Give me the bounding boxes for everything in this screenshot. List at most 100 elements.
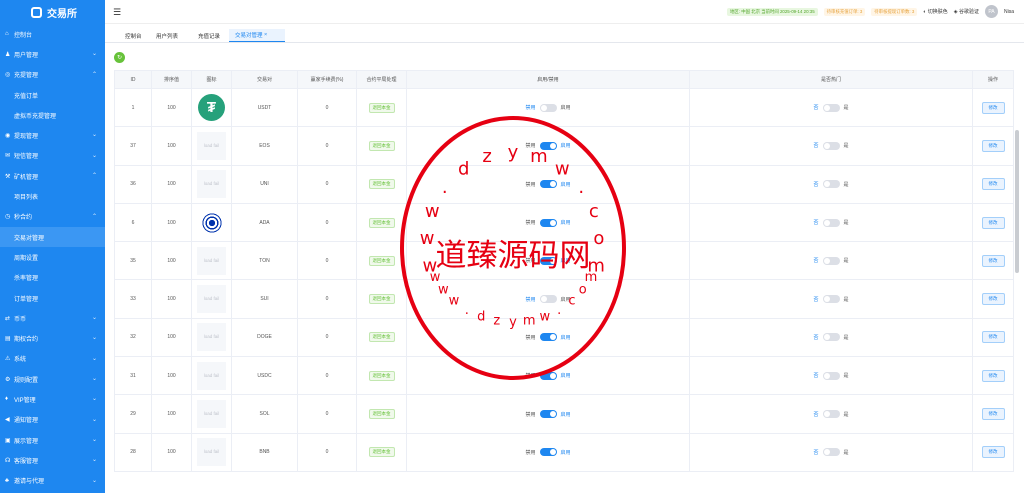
tab-dashboard[interactable]: 控制台 <box>119 29 148 42</box>
enable-toggle[interactable] <box>539 180 557 189</box>
sidebar-item-11[interactable]: 周期设置 <box>0 247 105 267</box>
enable-toggle[interactable] <box>539 295 557 304</box>
mining-icon: ⚒ <box>5 173 11 180</box>
edit-button[interactable]: 修改 <box>981 216 1005 229</box>
switch-on-label: 是 <box>843 258 849 265</box>
enable-toggle[interactable] <box>539 103 557 112</box>
cell-fee: 0 <box>297 202 357 243</box>
cell-draw: 退回本金 <box>356 394 407 434</box>
cell-icon: load fail <box>191 394 232 434</box>
sidebar-item-10[interactable]: 交易对管理 <box>0 226 105 248</box>
hot-toggle[interactable] <box>822 180 840 189</box>
sidebar-item-16[interactable]: ⚠ 系统 ⌄ <box>0 349 105 369</box>
home-icon: ⌂ <box>5 31 9 38</box>
edit-button[interactable]: 修改 <box>981 446 1005 459</box>
cell-draw: 退回本金 <box>356 126 407 166</box>
sidebar-item-7[interactable]: ⚒ 矿机管理 ⌃ <box>0 166 105 186</box>
enable-toggle[interactable] <box>539 410 557 419</box>
sidebar-item-12[interactable]: 杀率管理 <box>0 268 105 288</box>
chevron-up-icon: ⌃ <box>91 213 97 220</box>
sidebar-item-4[interactable]: 虚拟币充提管理 <box>0 105 105 125</box>
user-icon: ♟ <box>5 51 11 58</box>
edit-button[interactable]: 修改 <box>981 408 1005 421</box>
enable-toggle[interactable] <box>539 141 557 150</box>
enable-switch-group: 禁用 启用 <box>525 371 571 380</box>
sidebar-item-label: 订单管理 <box>14 296 39 303</box>
enable-switch-group: 禁用 启用 <box>525 141 571 150</box>
sidebar-item-6[interactable]: ✉ 短信管理 ⌄ <box>0 146 105 166</box>
edit-button[interactable]: 修改 <box>981 101 1005 114</box>
sidebar-item-20[interactable]: ▣ 展示管理 ⌄ <box>0 430 105 450</box>
enable-toggle[interactable] <box>539 256 557 265</box>
sidebar-item-9[interactable]: ◷ 秒合约 ⌃ <box>0 207 105 227</box>
avatar[interactable]: PA <box>984 5 998 18</box>
switch-off-label: 禁用 <box>525 373 536 380</box>
switch-on-label: 启用 <box>560 181 571 188</box>
tab-deposit-records[interactable]: 充值记录 <box>192 29 226 42</box>
hot-toggle[interactable] <box>822 103 840 112</box>
google-verify[interactable]: ◈ 谷歌验证 <box>954 8 979 15</box>
sidebar-item-15[interactable]: ▤ 期权合约 ⌄ <box>0 328 105 348</box>
tab-label: 充值记录 <box>198 33 221 40</box>
vertical-scrollbar[interactable] <box>1015 130 1019 273</box>
image-placeholder: load fail <box>197 246 226 275</box>
cell-actions: 修改 <box>972 241 1014 281</box>
sidebar-item-21[interactable]: ☊ 客服管理 ⌄ <box>0 450 105 470</box>
megaphone-icon: ◀ <box>5 417 10 424</box>
chevron-down-icon: ⌄ <box>91 132 97 139</box>
sidebar-item-22[interactable]: ♣ 邀请与代理 ⌄ <box>0 471 105 491</box>
app-logo[interactable]: 交易所 <box>0 0 105 24</box>
edit-button[interactable]: 修改 <box>981 293 1005 306</box>
enable-toggle[interactable] <box>539 371 557 380</box>
cell-fee: 0 <box>297 87 357 128</box>
sidebar-item-19[interactable]: ◀ 通知管理 ⌄ <box>0 410 105 430</box>
switch-on-label: 是 <box>843 296 849 303</box>
edit-button[interactable]: 修改 <box>981 178 1005 191</box>
tab-pair-management[interactable]: 交易对管理 × <box>229 29 285 42</box>
menu-toggle-icon[interactable]: ☰ <box>113 7 121 18</box>
cell-sort: 100 <box>151 279 192 319</box>
cell-enable: 禁用 启用 <box>406 164 690 204</box>
hot-toggle[interactable] <box>822 218 840 227</box>
skin-switch[interactable]: ◐ 切换肤色 <box>923 8 947 15</box>
edit-button[interactable]: 修改 <box>981 139 1005 152</box>
pending-deposit-badge[interactable]: 待审核充值订单: 3 <box>823 7 866 16</box>
sidebar-item-13[interactable]: 订单管理 <box>0 288 105 308</box>
sidebar-item-3[interactable]: 充值订单 <box>0 85 105 105</box>
refresh-button[interactable]: ↻ <box>114 52 125 63</box>
edit-button[interactable]: 修改 <box>981 331 1005 344</box>
sidebar-item-2[interactable]: ◎ 充提管理 ⌃ <box>0 65 105 85</box>
hot-toggle[interactable] <box>822 333 840 342</box>
switch-on-label: 是 <box>843 181 849 188</box>
close-icon[interactable]: × <box>264 32 267 38</box>
sidebar-item-17[interactable]: ⚙ 规则配置 ⌄ <box>0 369 105 389</box>
sidebar-item-label: 短信管理 <box>14 154 39 161</box>
hot-toggle[interactable] <box>822 256 840 265</box>
sidebar-item-1[interactable]: ♟ 用户管理 ⌄ <box>0 44 105 64</box>
sidebar-item-0[interactable]: ⌂ 控制台 <box>0 24 105 44</box>
cell-fee: 0 <box>297 279 357 319</box>
enable-toggle[interactable] <box>539 333 557 342</box>
image-placeholder: load fail <box>197 361 226 390</box>
draw-tag: 退回本金 <box>368 217 395 228</box>
hot-toggle[interactable] <box>822 141 840 150</box>
sidebar-item-8[interactable]: 项目列表 <box>0 186 105 206</box>
enable-toggle[interactable] <box>539 218 557 227</box>
vip-icon: ♦ <box>5 396 9 403</box>
hot-toggle[interactable] <box>822 448 840 457</box>
user-name[interactable]: Nisa <box>1004 9 1014 15</box>
sidebar-item-14[interactable]: ⇄ 币币 ⌄ <box>0 308 105 328</box>
hot-toggle[interactable] <box>822 371 840 380</box>
enable-toggle[interactable] <box>539 448 557 457</box>
tab-user-list[interactable]: 用户列表 <box>150 29 184 42</box>
sidebar-item-18[interactable]: ♦ VIP管理 ⌄ <box>0 389 105 409</box>
sidebar-item-5[interactable]: ◉ 提现管理 ⌄ <box>0 125 105 145</box>
cell-hot: 否是 <box>689 356 973 396</box>
hot-toggle[interactable] <box>822 295 840 304</box>
edit-button[interactable]: 修改 <box>981 254 1005 267</box>
hot-toggle[interactable] <box>822 410 840 419</box>
cell-actions: 修改 <box>972 356 1014 396</box>
pending-withdraw-badge[interactable]: 待审核提现订单数: 3 <box>871 7 918 16</box>
sidebar-item-label: 用户管理 <box>14 52 39 59</box>
edit-button[interactable]: 修改 <box>981 369 1005 382</box>
